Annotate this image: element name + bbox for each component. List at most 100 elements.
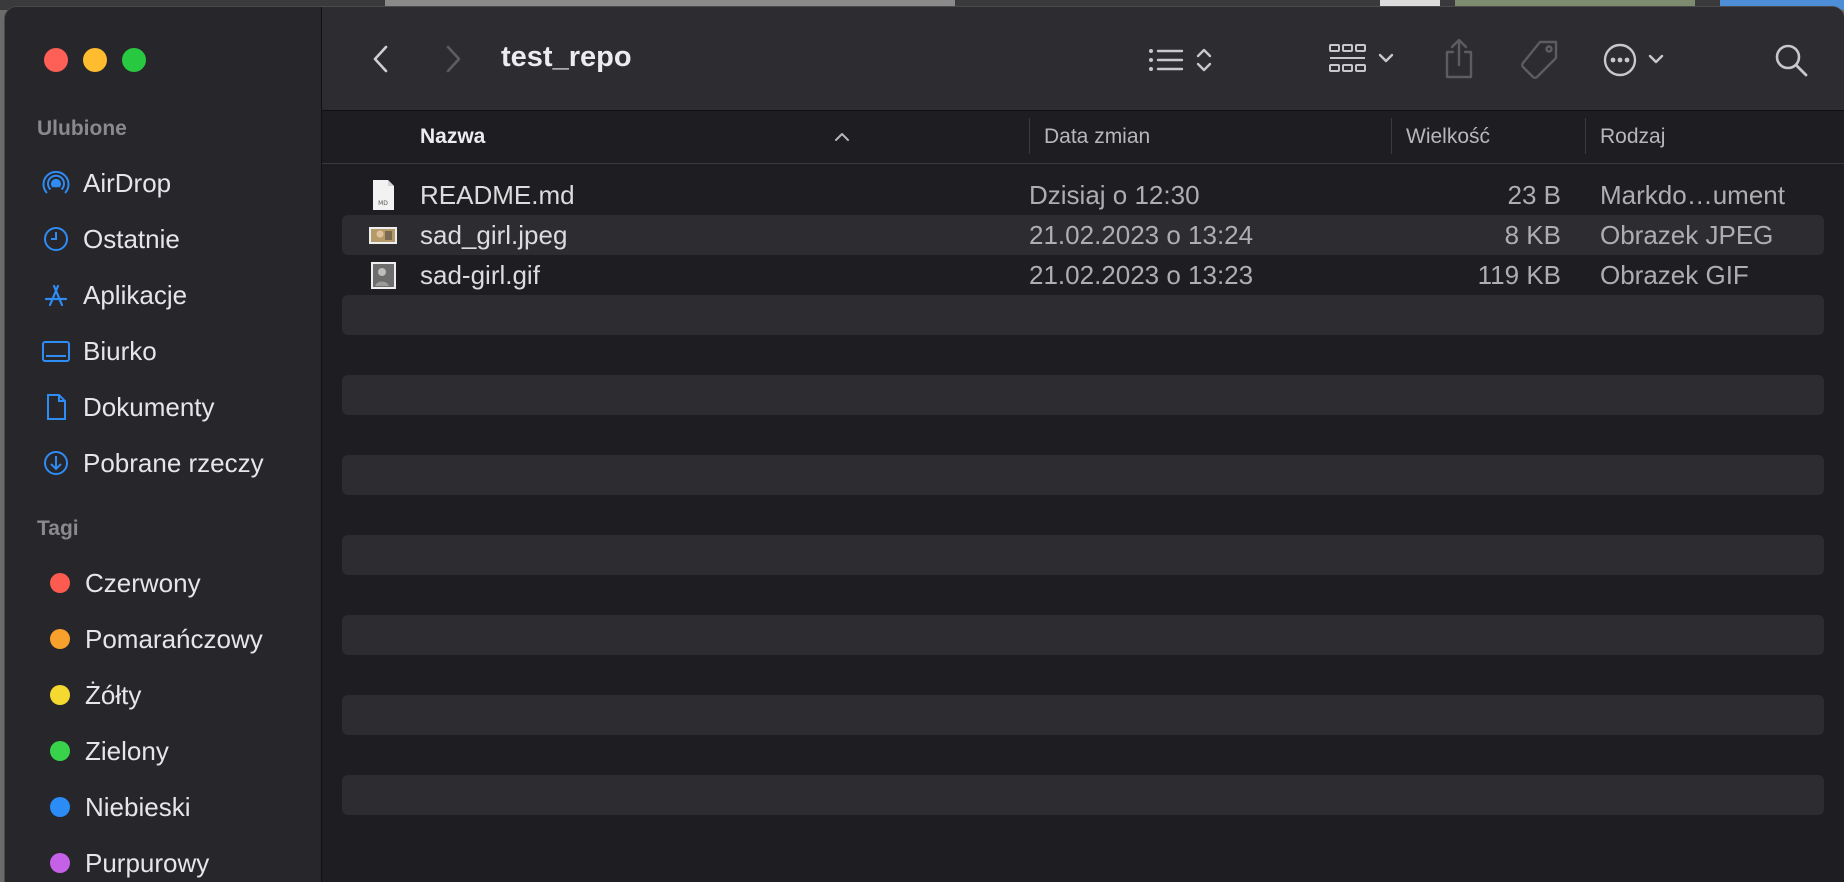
file-row-readme[interactable]: MD README.md Dzisiaj o 12:30 23 B Markdo…: [342, 175, 1824, 215]
document-icon: [41, 392, 71, 422]
empty-row: [342, 815, 1824, 855]
empty-row: [342, 775, 1824, 815]
column-date-label: Data zmian: [1044, 125, 1151, 148]
minimize-button[interactable]: [83, 48, 107, 72]
search-button[interactable]: [1773, 42, 1809, 78]
purple-tag-dot-icon: [50, 853, 70, 873]
back-button[interactable]: [366, 42, 396, 76]
empty-row: [342, 335, 1824, 375]
svg-text:MD: MD: [378, 200, 388, 207]
file-kind: Obrazek GIF: [1600, 259, 1749, 290]
sidebar-tag-blue[interactable]: Niebieski: [41, 787, 311, 827]
group-by-button[interactable]: [1328, 41, 1404, 77]
gif-thumbnail-icon: [371, 262, 396, 289]
empty-row: [342, 535, 1824, 575]
blue-tag-dot-icon: [50, 797, 70, 817]
tag-button[interactable]: [1518, 38, 1562, 82]
yellow-tag-dot-icon: [50, 685, 70, 705]
sidebar-item-label: Zielony: [85, 735, 169, 766]
column-header-size[interactable]: Wielkość: [1391, 111, 1598, 163]
file-date: 21.02.2023 o 13:24: [1029, 219, 1254, 250]
column-name-label: Nazwa: [420, 125, 486, 148]
sidebar-item-label: Biurko: [83, 335, 157, 366]
sidebar-item-label: Żółty: [85, 679, 142, 710]
file-kind: Obrazek JPEG: [1600, 219, 1774, 250]
finder-window: Ulubione AirDrop Ostatnie Aplikacje Biur…: [5, 7, 1844, 882]
empty-row: [342, 415, 1824, 455]
sidebar-item-applications[interactable]: Aplikacje: [41, 275, 311, 315]
file-list: MD README.md Dzisiaj o 12:30 23 B Markdo…: [342, 175, 1824, 855]
empty-row: [342, 495, 1824, 535]
tags-section-title: Tagi: [37, 517, 79, 540]
sidebar-tag-red[interactable]: Czerwony: [41, 563, 311, 603]
grid-group-icon: [1329, 44, 1394, 72]
sidebar-item-recents[interactable]: Ostatnie: [41, 219, 311, 259]
file-size: 119 KB: [1477, 259, 1561, 290]
favorites-section-title: Ulubione: [37, 117, 127, 140]
file-size: 8 KB: [1504, 219, 1561, 250]
sidebar-item-airdrop[interactable]: AirDrop: [41, 163, 311, 203]
markdown-file-icon: MD: [373, 180, 394, 210]
empty-row: [342, 375, 1824, 415]
share-button[interactable]: [1442, 37, 1476, 81]
column-header-name[interactable]: Nazwa: [420, 111, 850, 163]
sidebar-item-downloads[interactable]: Pobrane rzeczy: [41, 443, 311, 483]
close-button[interactable]: [44, 48, 68, 72]
applications-icon: [41, 280, 71, 310]
empty-row: [342, 735, 1824, 775]
file-date: 21.02.2023 o 13:23: [1029, 259, 1254, 290]
download-icon: [41, 448, 71, 478]
file-size: 23 B: [1507, 179, 1562, 210]
empty-row: [342, 455, 1824, 495]
sidebar-item-label: Dokumenty: [83, 391, 215, 422]
empty-row: [342, 575, 1824, 615]
empty-row: [342, 695, 1824, 735]
sidebar-item-label: Aplikacje: [83, 279, 188, 310]
column-header-date[interactable]: Data zmian: [1029, 111, 1404, 163]
share-icon: [1445, 38, 1473, 79]
sidebar-tag-purple[interactable]: Purpurowy: [41, 843, 311, 882]
sidebar-item-label: Pomarańczowy: [85, 623, 263, 654]
sidebar-tag-orange[interactable]: Pomarańczowy: [41, 619, 311, 659]
sidebar-item-label: Pobrane rzeczy: [83, 447, 264, 478]
sidebar-tag-yellow[interactable]: Żółty: [41, 675, 311, 715]
desktop-icon: [41, 336, 71, 366]
clock-icon: [41, 224, 71, 254]
file-name: sad_girl.jpeg: [420, 219, 568, 250]
sidebar-item-documents[interactable]: Dokumenty: [41, 387, 311, 427]
search-icon: [1775, 44, 1808, 77]
sidebar: Ulubione AirDrop Ostatnie Aplikacje Biur…: [5, 7, 322, 882]
empty-row: [342, 615, 1824, 655]
file-name: sad-girl.gif: [420, 259, 540, 290]
window-controls: [44, 48, 146, 72]
sidebar-item-label: AirDrop: [83, 167, 172, 198]
column-header-kind[interactable]: Rodzaj: [1585, 111, 1844, 163]
ellipsis-circle-icon: [1603, 43, 1664, 77]
column-kind-label: Rodzaj: [1600, 125, 1666, 148]
column-header: Nazwa Data zmian Wielkość Rodzaj: [322, 111, 1844, 164]
sidebar-item-label: Ostatnie: [83, 223, 180, 254]
file-name: README.md: [420, 179, 575, 210]
tag-icon: [1521, 40, 1558, 79]
view-list-button[interactable]: [1148, 45, 1224, 75]
sort-ascending-icon: [835, 133, 849, 141]
sidebar-item-label: Niebieski: [85, 791, 191, 822]
file-row-sad-girl-gif[interactable]: sad-girl.gif 21.02.2023 o 13:23 119 KB O…: [342, 255, 1824, 295]
sidebar-item-label: Czerwony: [85, 567, 201, 598]
file-date: Dzisiaj o 12:30: [1029, 179, 1200, 210]
more-actions-button[interactable]: [1603, 42, 1679, 78]
list-view-icon: [1149, 48, 1212, 72]
file-kind: Markdo…ument: [1600, 179, 1785, 210]
red-tag-dot-icon: [50, 573, 70, 593]
chevron-right-icon: [446, 45, 461, 73]
forward-button[interactable]: [438, 42, 468, 76]
column-size-label: Wielkość: [1406, 125, 1491, 148]
zoom-button[interactable]: [122, 48, 146, 72]
jpeg-thumbnail-icon: [369, 227, 397, 244]
empty-row: [342, 295, 1824, 335]
sidebar-item-desktop[interactable]: Biurko: [41, 331, 311, 371]
file-row-sad-girl-jpeg[interactable]: sad_girl.jpeg 21.02.2023 o 13:24 8 KB Ob…: [342, 215, 1824, 255]
airdrop-icon: [41, 168, 71, 198]
empty-row: [342, 655, 1824, 695]
sidebar-tag-green[interactable]: Zielony: [41, 731, 311, 771]
